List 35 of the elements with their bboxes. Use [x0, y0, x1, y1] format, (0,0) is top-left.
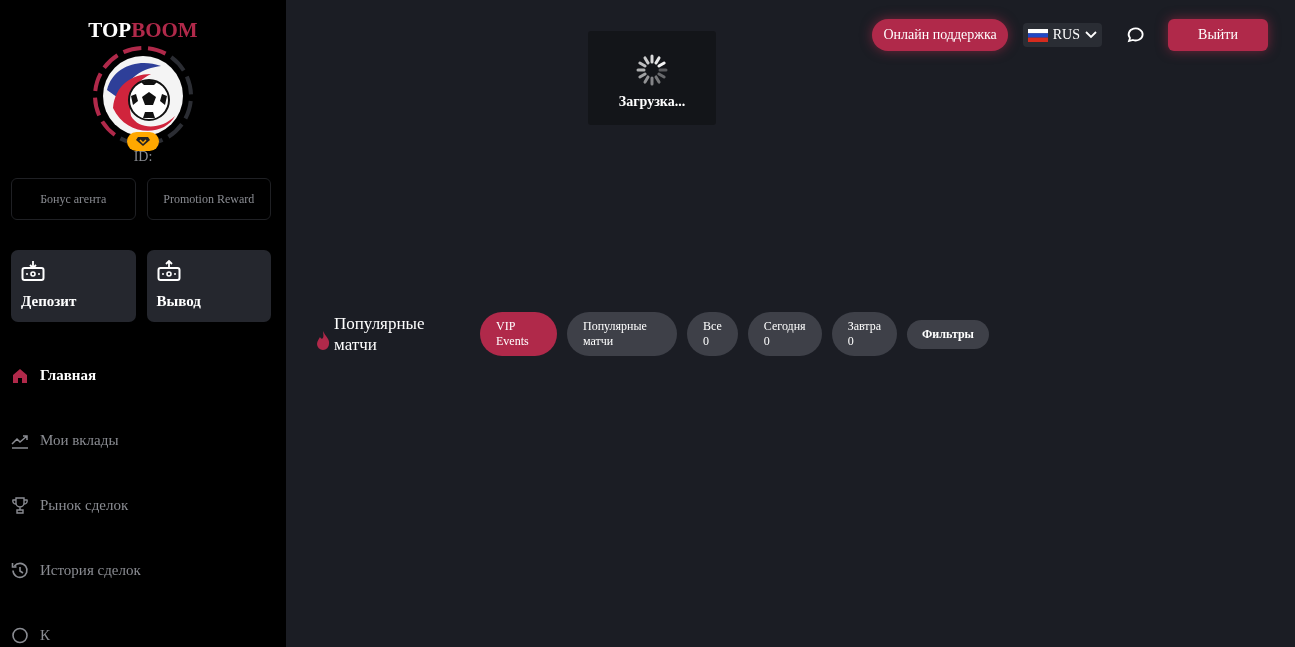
filter-tab[interactable]: Сегодня 0 [747, 312, 822, 356]
filter-tab[interactable]: Все 0 [687, 312, 738, 356]
link-button[interactable]: Promotion Reward [146, 178, 271, 220]
filter-tab[interactable]: Популярные матчи [567, 312, 677, 356]
nav-item[interactable]: Мои вклады [11, 408, 271, 473]
language-select[interactable]: RUS [1022, 23, 1102, 47]
circle-icon [11, 627, 29, 644]
nav-item[interactable]: К [11, 603, 271, 647]
chevron-down-icon [1085, 31, 1097, 39]
support-button[interactable]: Онлайн поддержка [872, 19, 1008, 51]
deposit-button[interactable]: Депозит [11, 250, 136, 322]
download-tray-icon [21, 260, 45, 282]
logo: TOPBOOM [88, 18, 198, 42]
upload-tray-icon [156, 260, 181, 282]
filters-button[interactable]: Фильтры [907, 319, 989, 349]
withdraw-button[interactable]: Вывод [146, 250, 271, 322]
user-id: ID: [133, 149, 153, 165]
nav-item[interactable]: История сделок [11, 538, 271, 603]
link-button[interactable]: Бонус агента [11, 178, 136, 220]
history-icon [11, 562, 29, 579]
filter-tab[interactable]: Завтра 0 [831, 312, 898, 356]
home-icon [11, 367, 29, 384]
trend-chart-icon [11, 432, 29, 449]
flag-icon [1027, 28, 1048, 42]
spinner-icon [636, 54, 668, 86]
filter-tab[interactable]: VIP Events [480, 312, 557, 356]
trophy-icon [11, 497, 29, 514]
chat-bubble-icon [1125, 26, 1145, 44]
section-title: Популярные матчи [334, 313, 426, 355]
nav-item[interactable]: Рынок сделок [11, 473, 271, 538]
nav-item[interactable]: Главная [11, 343, 271, 408]
logout-button[interactable]: Выйти [1168, 19, 1268, 51]
loading-text: Загрузка... [618, 94, 686, 110]
flame-icon [316, 330, 330, 350]
diamond-icon [136, 136, 150, 147]
